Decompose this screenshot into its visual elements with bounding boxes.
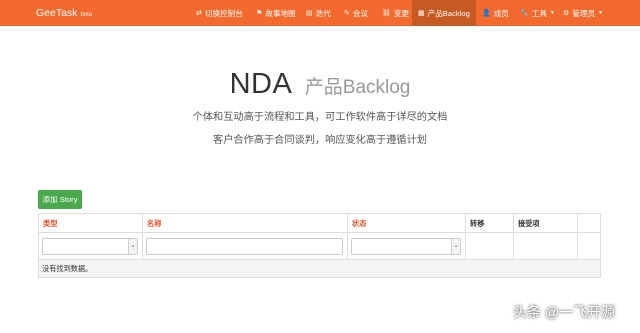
manifesto-line-1: 个体和互动高于流程和工具，可工作软件高于详尽的文档 — [192, 112, 448, 123]
page-subtitle: 产品Backlog — [304, 77, 411, 98]
wrench-icon: 🔧 — [520, 10, 529, 17]
nav-tools-dropdown[interactable]: 🔧 工具 ▼ — [520, 0, 555, 26]
watermark: 头条 @一飞开源 — [513, 304, 616, 320]
column-header-type[interactable]: 类型 — [39, 214, 143, 233]
column-header-transfer: 转移 — [466, 214, 514, 233]
filter-row: ⌄ ⌄ — [39, 233, 600, 260]
nav-label: 成员 — [493, 8, 509, 18]
chevron-down-icon: ⌄ — [451, 239, 460, 254]
user-icon: 👤 — [482, 10, 491, 17]
nav-product-backlog[interactable]: ▦ 产品Backlog — [412, 0, 476, 26]
brand-logo[interactable]: GeeTask beta — [36, 0, 92, 26]
nav-label: 迭代 — [315, 8, 331, 18]
flag-icon: ⚑ — [256, 10, 263, 17]
caret-down-icon: ▼ — [549, 10, 555, 16]
filter-cell-actions — [578, 233, 600, 260]
brand-name[interactable]: GeeTask — [36, 7, 77, 19]
type-filter-select[interactable]: ⌄ — [42, 238, 138, 255]
nav-label: 工具 — [531, 8, 547, 18]
nav-switch-console[interactable]: ⇄ 切换控制台 — [196, 0, 243, 26]
filter-cell-transfer — [466, 233, 514, 260]
nav-iteration[interactable]: ▤ 迭代 — [306, 0, 331, 26]
filter-cell-type: ⌄ — [39, 233, 143, 260]
chevron-down-icon: ⌄ — [128, 239, 137, 254]
nav-admin-dropdown[interactable]: ⚙ 管理员 ▼ — [563, 0, 603, 26]
nav-label: 切换控制台 — [204, 8, 243, 18]
page-title: NDA 产品Backlog — [0, 68, 640, 101]
table-header: 类型 名称 状态 转移 接受项 — [39, 214, 600, 233]
switch-icon: ⇄ — [196, 10, 202, 17]
backlog-table: 类型 名称 状态 转移 接受项 ⌄ ⌄ 没有找到数据。 — [38, 213, 601, 278]
top-navbar: GeeTask beta ⇄ 切换控制台 ⚑ 故事地图 ▤ 迭代 ✎ 会议 ⛓ … — [0, 0, 640, 26]
caret-down-icon: ▼ — [598, 10, 604, 16]
gear-icon: ⚙ — [563, 10, 570, 17]
filter-cell-status: ⌄ — [348, 233, 466, 260]
column-header-accept-items: 接受项 — [514, 214, 578, 233]
empty-table-message: 没有找到数据。 — [39, 260, 600, 277]
nav-label: 变更 — [393, 8, 410, 18]
filter-cell-name — [143, 233, 348, 260]
nav-members[interactable]: 👤 成员 — [482, 0, 509, 26]
edit-icon: ✎ — [344, 10, 350, 17]
nav-label: 产品Backlog — [427, 8, 470, 18]
column-header-name[interactable]: 名称 — [143, 214, 348, 233]
add-story-button[interactable]: 添加 Story — [38, 190, 82, 209]
column-header-status[interactable]: 状态 — [348, 214, 466, 233]
nav-label: 管理员 — [572, 8, 596, 18]
link-icon: ⛓ — [382, 10, 391, 17]
manifesto-line-2: 客户合作高于合同谈判，响应变化高于遵循计划 — [213, 135, 427, 146]
status-filter-select[interactable]: ⌄ — [351, 238, 461, 255]
brand-beta-tag: beta — [80, 11, 93, 18]
filter-cell-accept-items — [514, 233, 578, 260]
nav-meeting[interactable]: ✎ 会议 — [344, 0, 368, 26]
column-header-actions — [578, 214, 600, 233]
nav-label: 会议 — [352, 8, 369, 18]
table-icon: ▦ — [418, 10, 425, 17]
nav-story-map[interactable]: ⚑ 故事地图 — [256, 0, 296, 26]
nav-label: 故事地图 — [265, 8, 296, 18]
project-name: NDA — [229, 68, 293, 100]
list-icon: ▤ — [306, 10, 313, 17]
nav-change[interactable]: ⛓ 变更 — [382, 0, 409, 26]
name-filter-input[interactable] — [146, 238, 343, 255]
